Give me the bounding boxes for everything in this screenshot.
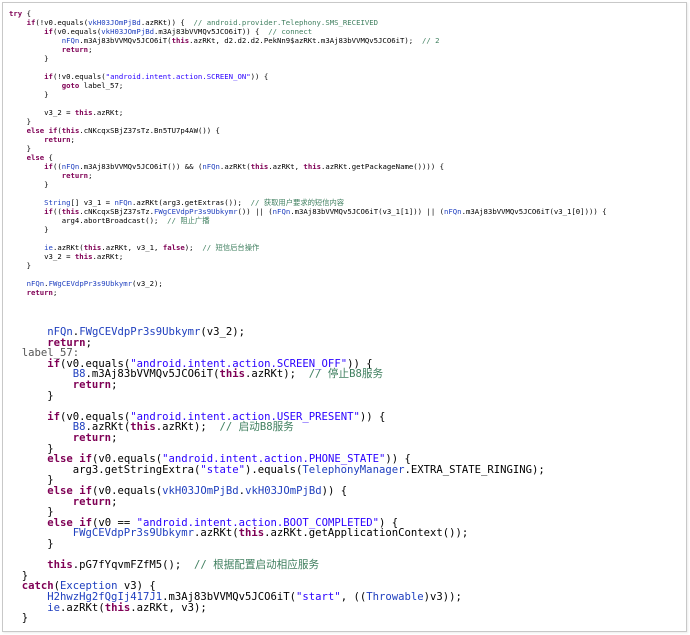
top-code-line: if(!v0.equals("android.intent.action.SCR… <box>44 72 269 81</box>
top-code-line: return; <box>26 288 58 297</box>
top-code-line: nFQn.m3Aj83bVVMQv5JCO6iT(this.azRKt, d2.… <box>61 36 440 45</box>
top-code-line: } <box>9 117 31 126</box>
top-code-line: else if(this.cNKcqxSBjZ37sTz.Bn5TU7p4AW(… <box>26 126 220 135</box>
top-code-line: if((this.cNKcqxSBjZ37sTz.FWgCEVdpPr3s9Ub… <box>44 207 607 216</box>
top-code-line: } <box>9 90 49 99</box>
bottom-code-line: } <box>9 538 54 550</box>
top-code-line: return; <box>61 45 93 54</box>
top-code-line: else { <box>26 153 53 162</box>
top-code-line: } <box>9 54 49 63</box>
top-code-line: v3_2 = this.azRKt; <box>9 252 124 261</box>
code-screenshot: try { if(!v0.equals(vkH03JOmPjBd.azRKt))… <box>2 2 687 632</box>
top-code-line: return; <box>44 135 75 144</box>
top-code-line: goto label_57; <box>61 81 124 90</box>
top-code-line: v3_2 = this.azRKt; <box>9 108 124 117</box>
top-code-line: } <box>9 261 31 270</box>
top-code-line: return; <box>61 171 93 180</box>
top-code-line: } <box>9 144 31 153</box>
decompiled-code-zoomed: nFQn.FWgCEVdpPr3s9Ubkymr(v3_2); return; … <box>3 325 686 631</box>
top-code-line: try { <box>9 9 31 18</box>
top-code-line: if((nFQn.m3Aj83bVVMQv5JCO6iT()) && (nFQn… <box>44 162 445 171</box>
bottom-code-line: ie.azRKt(this.azRKt, v3); <box>47 601 207 614</box>
bottom-code-line: } <box>9 389 54 402</box>
top-code-line: } <box>9 180 49 189</box>
top-code-line: if(!v0.equals(vkH03JOmPjBd.azRKt)) { // … <box>26 18 379 27</box>
top-code-line: nFQn.FWgCEVdpPr3s9Ubkymr(v3_2); <box>26 279 163 288</box>
bottom-code-line: this.pG7fYqvmFZfM5(); // 根据配置启动相应服务 <box>47 559 320 572</box>
top-code-line: arg4.abortBroadcast(); // 阻止广播 <box>9 216 210 225</box>
bottom-code-line: arg3.getStringExtra("state").equals(Tele… <box>9 463 545 476</box>
decompiled-code-small: try { if(!v0.equals(vkH03JOmPjBd.azRKt))… <box>3 9 686 325</box>
top-code-line: if(v0.equals(vkH03JOmPjBd.m3Aj83bVVMQv5J… <box>44 27 313 36</box>
bottom-code-line: } <box>9 612 29 625</box>
bottom-code-line: FWgCEVdpPr3s9Ubkymr.azRKt(this.azRKt.get… <box>72 527 469 540</box>
top-code-line: ie.azRKt(this.azRKt, v3_1, false); // 短信… <box>44 243 260 252</box>
top-code-line: } <box>9 225 49 234</box>
top-code-line: String[] v3_1 = nFQn.azRKt(arg3.getExtra… <box>44 198 345 207</box>
